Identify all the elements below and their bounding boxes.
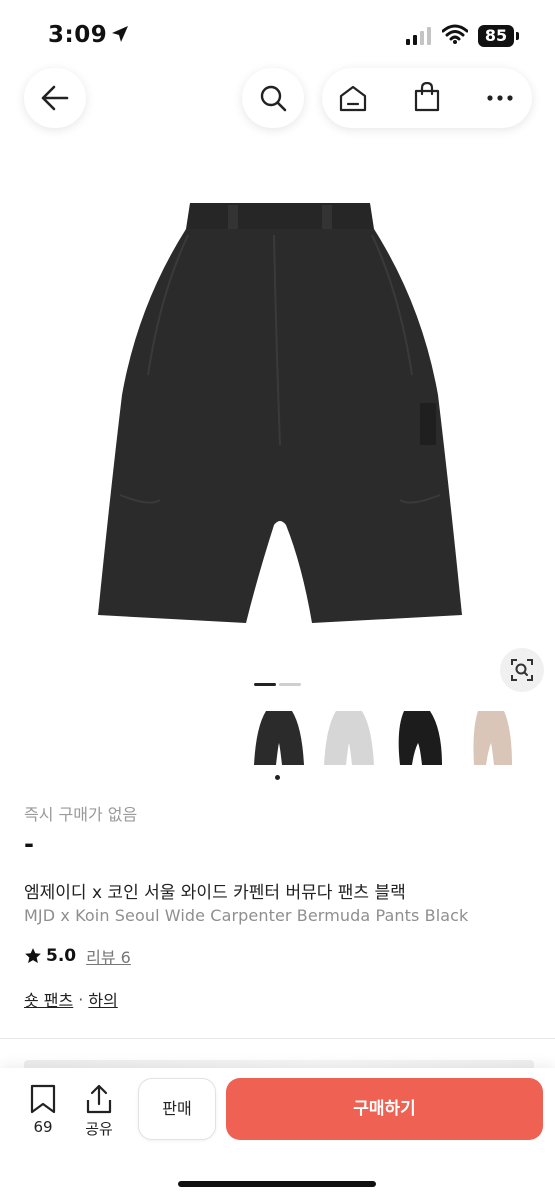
- image-search-button[interactable]: [500, 648, 544, 692]
- bookmark-button[interactable]: 69: [22, 1084, 64, 1144]
- back-arrow-icon: [41, 85, 69, 111]
- status-bar: 3:09 85: [0, 0, 555, 70]
- product-name-ko: 엠제이디 x 코인 서울 와이드 카펜터 버뮤다 팬츠 블랙: [24, 883, 406, 903]
- location-arrow-icon: [112, 26, 128, 42]
- product-name-en: MJD x Koin Seoul Wide Carpenter Bermuda …: [24, 906, 469, 925]
- purchase-status: 즉시 구매가 없음: [24, 805, 138, 824]
- share-icon: [86, 1084, 112, 1114]
- category-separator: ·: [78, 989, 84, 1009]
- search-icon: [260, 85, 287, 112]
- more-dots-icon[interactable]: [486, 94, 514, 102]
- back-button[interactable]: [24, 68, 86, 128]
- thumbnail-grey[interactable]: [320, 707, 378, 769]
- battery-icon: 85: [478, 25, 514, 47]
- buy-button[interactable]: 구매하기: [226, 1078, 543, 1140]
- header-action-group: [322, 68, 532, 128]
- status-time: 3:09: [48, 22, 108, 48]
- bookmark-count: 69: [33, 1118, 53, 1136]
- bookmark-icon: [30, 1084, 56, 1114]
- search-button[interactable]: [242, 68, 304, 128]
- star-icon: [25, 948, 41, 963]
- wifi-icon: [442, 24, 468, 44]
- battery-tip: [516, 32, 519, 40]
- home-indicator: [178, 1181, 376, 1187]
- image-search-icon: [511, 659, 533, 681]
- share-label: 공유: [85, 1120, 113, 1138]
- home-icon[interactable]: [338, 84, 368, 112]
- share-button[interactable]: 공유: [78, 1084, 120, 1144]
- thumbnail-beige[interactable]: [464, 707, 522, 769]
- category-link-short-pants[interactable]: 숏 팬츠: [24, 987, 73, 1011]
- shopping-bag-icon[interactable]: [413, 82, 441, 112]
- sell-button[interactable]: 판매: [138, 1078, 216, 1140]
- rating-row: 5.0 리뷰 6: [24, 945, 131, 967]
- image-indicator-active: [254, 683, 276, 686]
- image-indicator-inactive: [279, 683, 301, 686]
- bottom-action-bar: 69 공유 판매 구매하기: [0, 1068, 555, 1200]
- thumbnail-black-front[interactable]: [250, 707, 308, 769]
- price: -: [24, 830, 34, 858]
- product-image[interactable]: [90, 195, 470, 645]
- thumbnail-black-angle[interactable]: [392, 707, 450, 769]
- battery-level: 85: [484, 26, 508, 45]
- category-link-bottoms[interactable]: 하의: [88, 987, 117, 1011]
- category-breadcrumb: 숏 팬츠 · 하의: [24, 987, 118, 1011]
- selected-thumbnail-dot: [275, 775, 280, 780]
- cellular-signal-icon: [406, 27, 431, 45]
- section-divider: [0, 1038, 555, 1039]
- review-link[interactable]: 리뷰 6: [86, 944, 131, 968]
- rating-value: 5.0: [46, 946, 77, 966]
